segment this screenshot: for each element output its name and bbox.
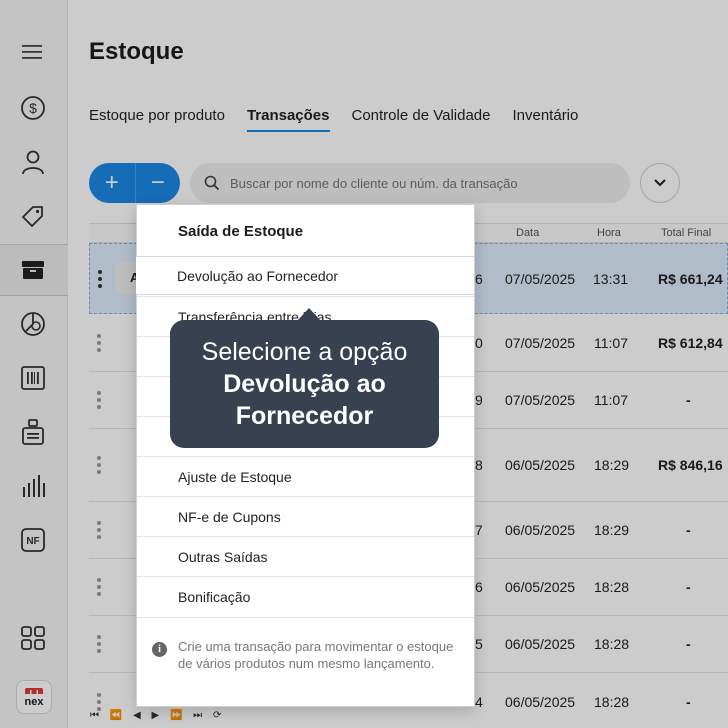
info-icon: i [152,642,167,657]
tooltip-arrow [297,308,321,321]
menu-item-nfe-cupons[interactable]: NF-e de Cupons [137,496,474,536]
menu-footer-text: Crie uma transação para movimentar o est… [178,639,454,671]
tooltip-line-2: Devolução ao Fornecedor [223,370,386,430]
tutorial-tooltip: Selecione a opção Devolução ao Fornecedo… [170,308,439,448]
menu-footer: i Crie uma transação para movimentar o e… [137,617,474,707]
menu-item-bonificacao[interactable]: Bonificação [137,576,474,616]
menu-title: Saída de Estoque [178,223,304,240]
tooltip-line-1: Selecione a opção [201,338,408,366]
menu-item-ajuste[interactable]: Ajuste de Estoque [137,456,474,496]
menu-item-outras-saidas[interactable]: Outras Saídas [137,536,474,576]
menu-item-devolucao-highlighted[interactable]: Devolução ao Fornecedor [136,256,474,295]
